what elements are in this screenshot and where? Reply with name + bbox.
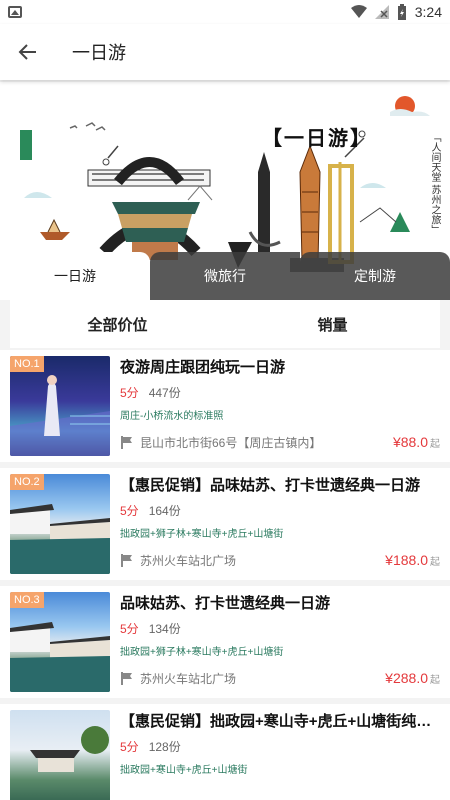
tour-tags: 拙政园+狮子林+寒山寺+虎丘+山塘街: [120, 647, 284, 658]
page-title: 一日游: [72, 43, 126, 63]
wifi-icon: [350, 5, 367, 18]
list-item[interactable]: 【惠民促销】拙政园+寒山寺+虎丘+山塘街纯玩一... 5分 128份 拙政园+寒山…: [0, 704, 450, 800]
tour-title: 【惠民促销】品味姑苏、打卡世遗经典一日游: [120, 477, 421, 494]
image-notification-icon: [8, 6, 22, 18]
flag-icon: [121, 554, 132, 567]
tour-title: 品味姑苏、打卡世遗经典一日游: [120, 595, 331, 612]
tour-thumbnail: NO.3: [10, 592, 110, 692]
price-unit: 起: [430, 557, 440, 568]
clock: 3:24: [414, 4, 442, 20]
price-unit: 起: [430, 439, 440, 450]
list-item[interactable]: NO.2 【惠民促销】品味姑苏、打卡世遗经典一日游 5分 164份 拙政园+狮子林…: [0, 468, 450, 580]
tour-thumbnail: [10, 710, 110, 800]
tour-price: ¥188.0: [385, 552, 428, 568]
tour-thumbnail: NO.2: [10, 474, 110, 574]
flag-icon: [121, 436, 132, 449]
sort-sales[interactable]: 销量: [225, 314, 440, 335]
tour-location: 苏州火车站北广场: [140, 671, 237, 686]
score: 5分: [120, 622, 139, 636]
rank-badge: NO.2: [10, 474, 44, 490]
garden-scene-image: [30, 726, 109, 772]
price-unit: 起: [430, 675, 440, 686]
sold-count: 134份: [148, 622, 181, 636]
tab-custom[interactable]: 定制游: [300, 252, 450, 300]
sold-count: 128份: [148, 740, 181, 754]
status-bar: 3:24: [0, 0, 450, 24]
sold-count: 447份: [148, 386, 181, 400]
tour-thumbnail: NO.1: [10, 356, 110, 456]
score: 5分: [120, 740, 139, 754]
score: 5分: [120, 386, 139, 400]
battery-icon: [397, 4, 406, 20]
back-button[interactable]: [0, 24, 56, 80]
tour-price: ¥88.0: [392, 434, 428, 450]
banner-title: 【一日游】: [262, 128, 372, 150]
tour-title: 夜游周庄跟团纯玩一日游: [120, 359, 286, 376]
tour-location: 苏州火车站北广场: [140, 553, 237, 568]
list-item[interactable]: NO.3 品味姑苏、打卡世遗经典一日游 5分 134份 拙政园+狮子林+寒山寺+虎…: [0, 586, 450, 698]
tour-tags: 周庄-小桥流水的标准照: [120, 411, 224, 422]
tour-tags: 拙政园+狮子林+寒山寺+虎丘+山塘街: [120, 529, 284, 540]
sort-bar: 全部价位 销量: [10, 300, 440, 348]
list-item[interactable]: NO.1 夜游周庄跟团纯玩一日游 5分 447份 周庄-小桥流水的标准照 昆山市北…: [0, 350, 450, 462]
sort-all-price[interactable]: 全部价位: [10, 314, 225, 335]
banner-side-text: 「人间天堂 苏州之旅」: [429, 132, 440, 235]
rank-badge: NO.1: [10, 356, 44, 372]
no-signal-icon: [374, 5, 389, 19]
tab-micro-travel[interactable]: 微旅行: [150, 252, 300, 300]
tab-one-day[interactable]: 一日游: [0, 252, 150, 300]
arrow-left-icon: [18, 44, 36, 60]
score: 5分: [120, 504, 139, 518]
tour-price: ¥288.0: [385, 670, 428, 686]
tour-location: 昆山市北市街66号【周庄古镇内】: [140, 435, 322, 450]
sold-count: 164份: [148, 504, 181, 518]
category-tabs: 一日游 微旅行 定制游: [0, 252, 450, 300]
tour-tags: 拙政园+寒山寺+虎丘+山塘街: [120, 765, 248, 776]
rank-badge: NO.3: [10, 592, 44, 608]
tour-title: 【惠民促销】拙政园+寒山寺+虎丘+山塘街纯玩一...: [120, 713, 440, 730]
app-bar: 一日游: [0, 24, 450, 80]
flag-icon: [121, 672, 132, 685]
